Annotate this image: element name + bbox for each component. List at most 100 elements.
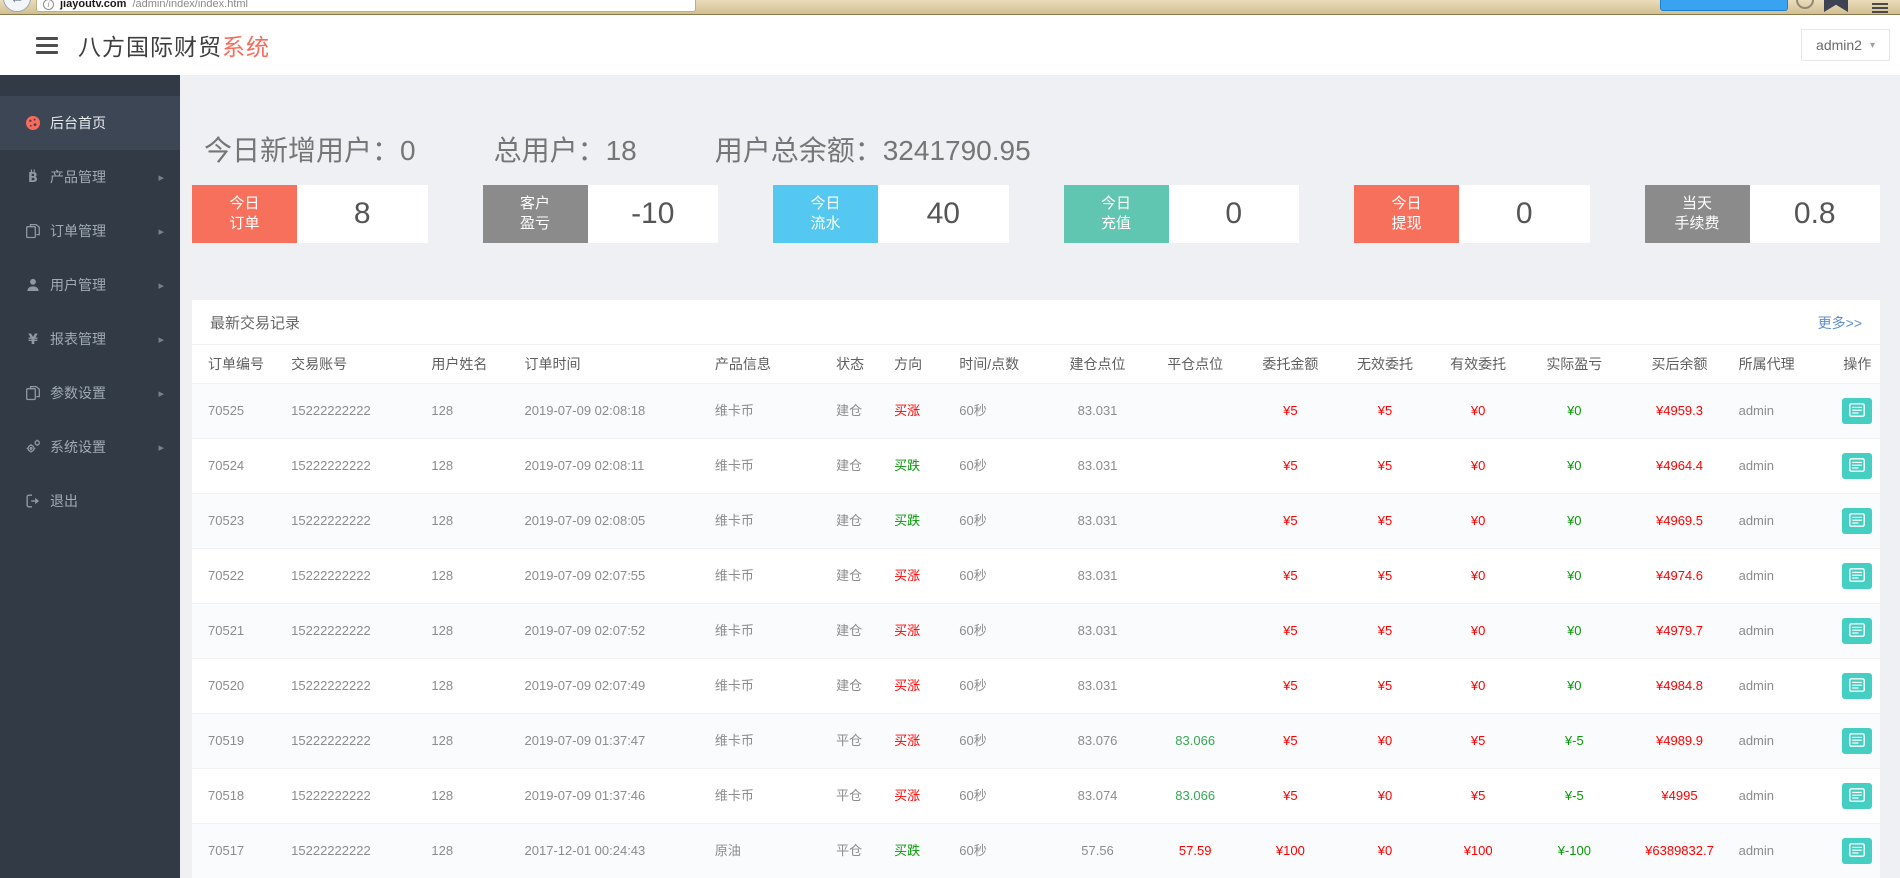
column-header: 用户姓名 [431, 356, 488, 372]
cell: 83.066 [1147, 713, 1243, 769]
cell: 建仓 [832, 383, 891, 439]
row-action-button[interactable] [1842, 508, 1873, 534]
copy-icon [25, 385, 41, 401]
cell: 建仓 [832, 548, 891, 604]
cell: 买涨 [890, 383, 956, 439]
browser-menu-icon[interactable] [1872, 1, 1888, 14]
sidebar-item-system[interactable]: 系统设置 ▸ [0, 420, 180, 474]
cell: 128 [427, 548, 521, 604]
row-action-button[interactable] [1842, 673, 1873, 699]
cell: 建仓 [832, 658, 891, 714]
browser-back-button[interactable]: ← [3, 0, 31, 12]
cell: 128 [427, 713, 521, 769]
sidebar: 后台首页 B 产品管理 ▸ 订单管理 ▸ 用户管理 ▸ ¥ 报表管理 ▸ 参数设置 ▸ 系统设置 ▸ 退出 [0, 75, 180, 878]
stat-card-today-withdraw: 今日 提现 0 [1354, 185, 1590, 243]
cell: 15222222222 [287, 438, 428, 494]
app-title: 八方国际财贸系统 [78, 34, 270, 60]
cell [1147, 658, 1243, 714]
sidebar-item-dashboard[interactable]: 后台首页 [0, 96, 180, 150]
user-icon [25, 277, 41, 293]
cell: 2019-07-09 02:08:11 [520, 438, 711, 494]
cell: 买跌 [890, 493, 956, 549]
site-info-icon[interactable]: i [43, 0, 54, 10]
table-row: 70517 15222222222 128 2017-12-01 00:24:43 原油… [192, 823, 1880, 878]
row-action-button[interactable] [1842, 618, 1873, 644]
cell-action [1834, 493, 1880, 549]
row-action-button[interactable] [1842, 783, 1873, 809]
cell: 70521 [192, 603, 288, 659]
sidebar-item-params[interactable]: 参数设置 ▸ [0, 366, 180, 420]
reload-icon[interactable] [1796, 0, 1814, 9]
cell: 建仓 [832, 493, 891, 549]
cell: 60秒 [955, 823, 1048, 878]
stat-card-today-flow: 今日 流水 40 [773, 185, 1009, 243]
card-label: 今日 流水 [773, 185, 878, 243]
row-action-button[interactable] [1842, 563, 1873, 589]
stats-line: 今日新增用户：0 总用户：18 用户总余额：3241790.95 [204, 129, 1880, 169]
cell: ¥4964.4 [1624, 438, 1735, 494]
sidebar-item-label: 后台首页 [50, 115, 106, 131]
username: admin2 [1816, 37, 1862, 53]
table-row: 70524 15222222222 128 2019-07-09 02:08:11 维卡… [192, 438, 1880, 494]
cell: 128 [427, 493, 521, 549]
cell: ¥5 [1432, 768, 1525, 824]
chevron-right-icon: ▸ [158, 279, 164, 292]
cell: 15222222222 [287, 768, 428, 824]
cell: 建仓 [832, 438, 891, 494]
browser-action-button[interactable] [1660, 0, 1788, 11]
cell: 70520 [192, 658, 288, 714]
cell: ¥0 [1524, 658, 1625, 714]
cell: 平仓 [832, 768, 891, 824]
cell: 15222222222 [287, 493, 428, 549]
cell: 维卡币 [710, 383, 833, 439]
cell: 买涨 [890, 658, 956, 714]
column-header: 方向 [894, 356, 923, 372]
cell: 60秒 [955, 493, 1048, 549]
card-value: 0 [1459, 185, 1590, 243]
cell: 买跌 [890, 438, 956, 494]
copy-icon [25, 223, 41, 239]
sidebar-item-logout[interactable]: 退出 [0, 474, 180, 528]
row-action-button[interactable] [1842, 838, 1873, 864]
bitcoin-icon: B [25, 169, 41, 186]
hamburger-icon[interactable] [36, 33, 58, 58]
cell: ¥4984.8 [1624, 658, 1735, 714]
cell: admin [1734, 383, 1835, 439]
row-action-button[interactable] [1842, 453, 1873, 479]
cell: 70523 [192, 493, 288, 549]
cell: admin [1734, 713, 1835, 769]
sidebar-item-reports[interactable]: ¥ 报表管理 ▸ [0, 312, 180, 366]
trades-table: 订单编号 交易账号 用户姓名 订单时间 产品信息 状态 方向 时间/点数 建仓点位 平仓点位 委托金… [192, 345, 1880, 878]
user-menu[interactable]: admin2 ▾ [1801, 29, 1890, 61]
svg-text:¥: ¥ [28, 332, 38, 347]
browser-bookmark-icon[interactable] [1824, 0, 1848, 12]
row-action-button[interactable] [1842, 728, 1873, 754]
cell: ¥5 [1337, 383, 1433, 439]
sidebar-item-orders[interactable]: 订单管理 ▸ [0, 204, 180, 258]
sidebar-item-users[interactable]: 用户管理 ▸ [0, 258, 180, 312]
cell: 买涨 [890, 768, 956, 824]
more-link[interactable]: 更多>> [1818, 313, 1862, 333]
cell: ¥4959.3 [1624, 383, 1735, 439]
cell: 83.031 [1047, 548, 1148, 604]
stat-total-users: 总用户：18 [493, 135, 637, 166]
sidebar-item-products[interactable]: B 产品管理 ▸ [0, 150, 180, 204]
address-bar[interactable]: i jiayoutv.com/admin/index/index.html [36, 0, 696, 12]
cell: ¥4995 [1624, 768, 1735, 824]
row-action-button[interactable] [1842, 398, 1873, 424]
column-header: 产品信息 [714, 356, 771, 372]
cell: 128 [427, 383, 521, 439]
table-row: 70522 15222222222 128 2019-07-09 02:07:55 维卡… [192, 548, 1880, 604]
cell: ¥4974.6 [1624, 548, 1735, 604]
list-icon [1849, 402, 1866, 420]
cell: 60秒 [955, 438, 1048, 494]
cell: ¥5 [1337, 603, 1433, 659]
cell-action [1834, 603, 1880, 659]
sidebar-item-label: 系统设置 [50, 439, 106, 455]
recent-trades-panel: 最新交易记录 更多>> 订单编号 交易账号 用户姓名 订单时间 产品信息 状态 方向 时间/点… [192, 300, 1880, 878]
cell: 维卡币 [710, 713, 833, 769]
card-label: 今日 充值 [1063, 185, 1169, 243]
cell: ¥5 [1432, 713, 1525, 769]
sidebar-item-label: 产品管理 [50, 169, 106, 185]
cell: 15222222222 [287, 823, 428, 878]
